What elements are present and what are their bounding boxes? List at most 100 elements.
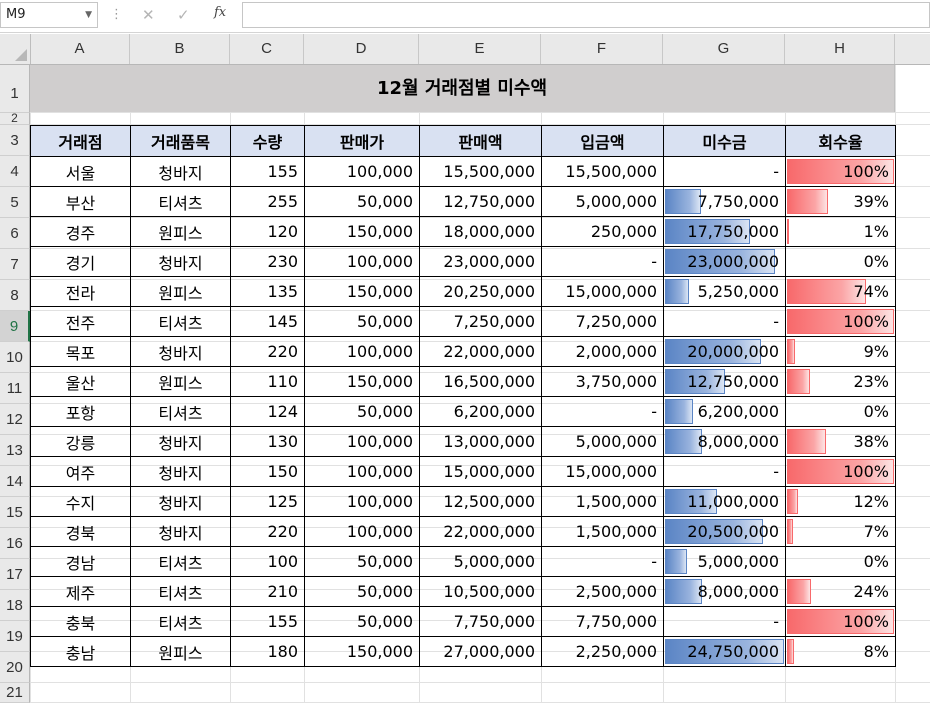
name-box[interactable]: M9 ▼ <box>0 2 98 28</box>
row-header-14[interactable]: 14 <box>0 466 30 497</box>
cell-paid[interactable]: 5,000,000 <box>541 186 664 217</box>
header-rate[interactable]: 회수율 <box>785 125 896 157</box>
cell-rate[interactable]: 74% <box>785 276 896 307</box>
cell-paid[interactable]: 15,000,000 <box>541 456 664 487</box>
cell-qty[interactable]: 230 <box>230 246 305 277</box>
cell-paid[interactable]: 2,250,000 <box>541 636 664 667</box>
cell-sales[interactable]: 18,000,000 <box>419 216 542 247</box>
cell-rate[interactable]: 24% <box>785 576 896 607</box>
row-header-5[interactable]: 5 <box>0 187 30 218</box>
cell-price[interactable]: 100,000 <box>304 426 420 457</box>
row-header-8[interactable]: 8 <box>0 280 30 311</box>
header-qty[interactable]: 수량 <box>230 125 305 157</box>
cell-price[interactable]: 50,000 <box>304 306 420 337</box>
row-header-19[interactable]: 19 <box>0 621 30 652</box>
cell-item[interactable]: 티셔츠 <box>130 546 231 577</box>
cell-rate[interactable]: 100% <box>785 306 896 337</box>
cell-item[interactable]: 청바지 <box>130 336 231 367</box>
column-header-a[interactable]: A <box>30 34 130 64</box>
cell-unpaid[interactable]: - <box>663 156 786 187</box>
cell-price[interactable]: 100,000 <box>304 456 420 487</box>
cell-unpaid[interactable]: 23,000,000 <box>663 246 786 277</box>
cell-rate[interactable]: 100% <box>785 156 896 187</box>
cell-rate[interactable]: 0% <box>785 396 896 427</box>
cell-sales[interactable]: 27,000,000 <box>419 636 542 667</box>
cell-unpaid[interactable]: - <box>663 306 786 337</box>
row-header-12[interactable]: 12 <box>0 404 30 435</box>
cell-sales[interactable]: 10,500,000 <box>419 576 542 607</box>
cell-store[interactable]: 전주 <box>30 306 131 337</box>
cell-paid[interactable]: - <box>541 396 664 427</box>
row-header-9[interactable]: 9 <box>0 311 30 342</box>
cell-rate[interactable]: 100% <box>785 606 896 637</box>
header-item[interactable]: 거래품목 <box>130 125 231 157</box>
cell-store[interactable]: 충남 <box>30 636 131 667</box>
cell-rate[interactable]: 39% <box>785 186 896 217</box>
row-header-3[interactable]: 3 <box>0 125 30 156</box>
cell-rate[interactable]: 9% <box>785 336 896 367</box>
cell-qty[interactable]: 220 <box>230 516 305 547</box>
cell-qty[interactable]: 220 <box>230 336 305 367</box>
cell-sales[interactable]: 16,500,000 <box>419 366 542 397</box>
cell-item[interactable]: 티셔츠 <box>130 606 231 637</box>
row-header-21[interactable]: 21 <box>0 683 30 703</box>
cell-item[interactable]: 청바지 <box>130 516 231 547</box>
cell-unpaid[interactable]: 6,200,000 <box>663 396 786 427</box>
cell-qty[interactable]: 155 <box>230 606 305 637</box>
header-store[interactable]: 거래점 <box>30 125 131 157</box>
cell-item[interactable]: 청바지 <box>130 246 231 277</box>
cell-store[interactable]: 강릉 <box>30 426 131 457</box>
cell-price[interactable]: 50,000 <box>304 396 420 427</box>
cell-sales[interactable]: 22,000,000 <box>419 516 542 547</box>
column-header-g[interactable]: G <box>663 34 785 64</box>
row-header-7[interactable]: 7 <box>0 249 30 280</box>
cell-rate[interactable]: 23% <box>785 366 896 397</box>
insert-function-icon[interactable]: fx <box>214 5 226 20</box>
cell-rate[interactable]: 8% <box>785 636 896 667</box>
cell-unpaid[interactable]: - <box>663 456 786 487</box>
cell-price[interactable]: 150,000 <box>304 276 420 307</box>
cell-unpaid[interactable]: 20,000,000 <box>663 336 786 367</box>
header-price[interactable]: 판매가 <box>304 125 420 157</box>
cell-store[interactable]: 울산 <box>30 366 131 397</box>
cell-item[interactable]: 원피스 <box>130 216 231 247</box>
cell-rate[interactable]: 1% <box>785 216 896 247</box>
cell-store[interactable]: 경주 <box>30 216 131 247</box>
cell-qty[interactable]: 130 <box>230 426 305 457</box>
cell-item[interactable]: 청바지 <box>130 426 231 457</box>
cell-qty[interactable]: 155 <box>230 156 305 187</box>
cell-rate[interactable]: 100% <box>785 456 896 487</box>
cell-sales[interactable]: 13,000,000 <box>419 426 542 457</box>
cell-price[interactable]: 150,000 <box>304 216 420 247</box>
cell-qty[interactable]: 180 <box>230 636 305 667</box>
cell-paid[interactable]: 15,500,000 <box>541 156 664 187</box>
cell-store[interactable]: 목포 <box>30 336 131 367</box>
cell-qty[interactable]: 110 <box>230 366 305 397</box>
cell-price[interactable]: 50,000 <box>304 546 420 577</box>
column-header-f[interactable]: F <box>541 34 663 64</box>
cell-unpaid[interactable]: 24,750,000 <box>663 636 786 667</box>
cell-unpaid[interactable]: - <box>663 606 786 637</box>
row-header-13[interactable]: 13 <box>0 435 30 466</box>
cell-price[interactable]: 100,000 <box>304 156 420 187</box>
cell-paid[interactable]: 1,500,000 <box>541 486 664 517</box>
cell-unpaid[interactable]: 20,500,000 <box>663 516 786 547</box>
cell-paid[interactable]: - <box>541 246 664 277</box>
cell-sales[interactable]: 23,000,000 <box>419 246 542 277</box>
cell-sales[interactable]: 7,250,000 <box>419 306 542 337</box>
sheet-title[interactable]: 12월 거래점별 미수액 <box>30 65 895 112</box>
column-header-d[interactable]: D <box>304 34 419 64</box>
cell-item[interactable]: 티셔츠 <box>130 576 231 607</box>
cell-item[interactable]: 원피스 <box>130 366 231 397</box>
cell-qty[interactable]: 145 <box>230 306 305 337</box>
cell-store[interactable]: 포항 <box>30 396 131 427</box>
cell-sales[interactable]: 15,500,000 <box>419 156 542 187</box>
cell-price[interactable]: 50,000 <box>304 576 420 607</box>
cell-price[interactable]: 100,000 <box>304 516 420 547</box>
cell-qty[interactable]: 210 <box>230 576 305 607</box>
cell-store[interactable]: 수지 <box>30 486 131 517</box>
header-sales[interactable]: 판매액 <box>419 125 542 157</box>
more-options-icon[interactable]: ⋮ <box>110 7 123 22</box>
cell-store[interactable]: 경기 <box>30 246 131 277</box>
cell-unpaid[interactable]: 5,250,000 <box>663 276 786 307</box>
